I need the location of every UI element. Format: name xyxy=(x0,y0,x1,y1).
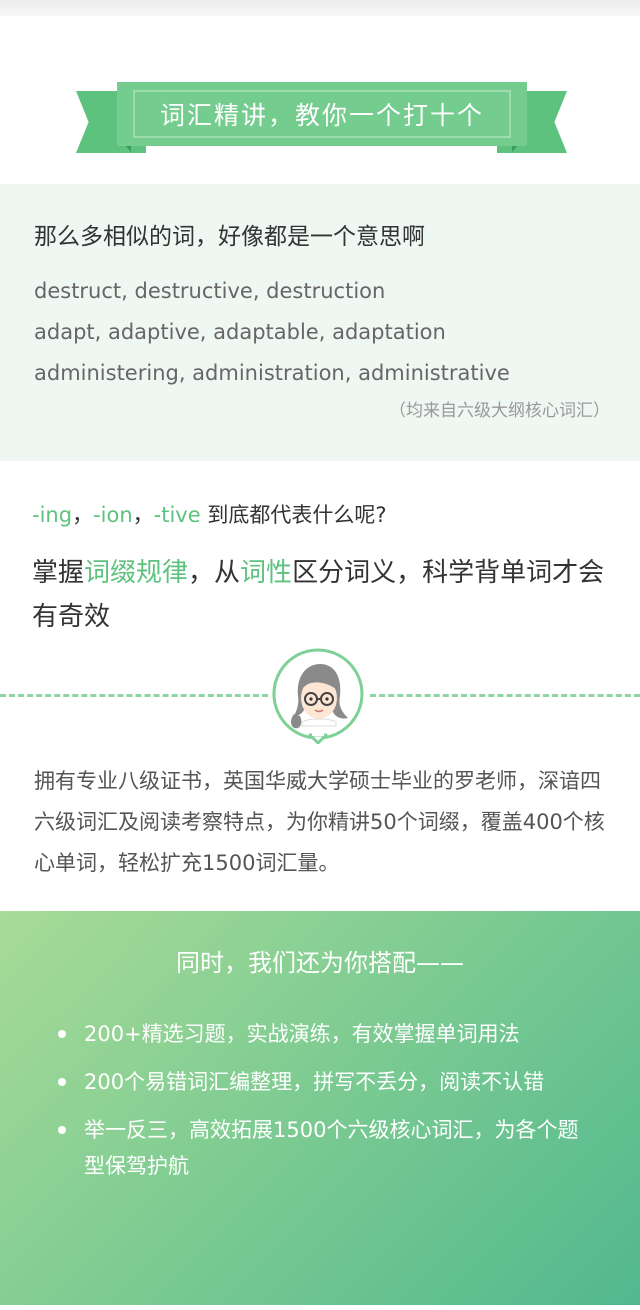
highlight-affix-rules: 词缀规律 xyxy=(84,558,189,588)
highlight-part-of-speech: 词性 xyxy=(240,558,293,588)
teacher-divider xyxy=(0,644,640,761)
tagline: 掌握词缀规律，从词性区分词义，科学背单词才会有奇效 xyxy=(32,551,608,639)
bullet-icon xyxy=(58,1030,66,1038)
list-item: 200+精选习题，实战演练，有效掌握单词用法 xyxy=(58,1016,580,1052)
bonus-list: 200+精选习题，实战演练，有效掌握单词用法 200个易错词汇编整理，拼写不丢分… xyxy=(0,1016,640,1184)
separator: ， xyxy=(72,503,94,527)
suffix-ing: -ing xyxy=(32,503,73,527)
suffix-ion: -ion xyxy=(93,503,133,527)
suffix-tive: -tive xyxy=(153,503,201,527)
list-item: 200个易错词汇编整理，拼写不丢分，阅读不认错 xyxy=(58,1064,580,1100)
word-list: destruct, destructive, destruction adapt… xyxy=(34,271,606,394)
bullet-icon xyxy=(58,1078,66,1086)
similar-words-panel: 那么多相似的词，好像都是一个意思啊 destruct, destructive,… xyxy=(0,184,640,461)
suffix-question-text: 到底都代表什么呢? xyxy=(200,503,387,527)
word-line: destruct, destructive, destruction xyxy=(34,279,386,303)
teacher-intro: 拥有专业八级证书，英国华威大学硕士毕业的罗老师，深谙四六级词汇及阅读考察特点，为… xyxy=(34,769,605,875)
list-item: 举一反三，高效拓展1500个六级核心词汇，为各个题型保驾护航 xyxy=(58,1112,580,1184)
source-note: （均来自六级大纲核心词汇） xyxy=(389,401,610,421)
similar-words-heading: 那么多相似的词，好像都是一个意思啊 xyxy=(34,224,425,250)
suffix-question: -ing，-ion，-tive 到底都代表什么呢? xyxy=(0,461,640,531)
ribbon: 词汇精讲，教你一个打十个 xyxy=(117,82,527,146)
dashed-divider-left xyxy=(0,694,268,697)
title-banner: 词汇精讲，教你一个打十个 xyxy=(0,16,640,184)
banner-title: 词汇精讲，教你一个打十个 xyxy=(159,101,484,130)
tagline-text: ，从 xyxy=(188,558,241,588)
bonus-section: 同时，我们还为你搭配—— 200+精选习题，实战演练，有效掌握单词用法 200个… xyxy=(0,911,640,1305)
ribbon-inner-frame: 词汇精讲，教你一个打十个 xyxy=(133,90,511,138)
teacher-avatar xyxy=(272,648,364,744)
word-line: administering, administration, administr… xyxy=(34,361,510,385)
bonus-item-text: 举一反三，高效拓展1500个六级核心词汇，为各个题型保驾护航 xyxy=(84,1118,579,1178)
bonus-item-text: 200+精选习题，实战演练，有效掌握单词用法 xyxy=(84,1022,520,1046)
dashed-divider-right xyxy=(370,694,640,697)
word-line: adapt, adaptive, adaptable, adaptation xyxy=(34,320,446,344)
bullet-icon xyxy=(58,1126,66,1134)
bonus-item-text: 200个易错词汇编整理，拼写不丢分，阅读不认错 xyxy=(84,1070,545,1094)
bonus-title: 同时，我们还为你搭配—— xyxy=(176,949,464,977)
separator: ， xyxy=(132,503,154,527)
top-bar xyxy=(0,0,640,16)
tagline-text: 掌握 xyxy=(32,558,85,588)
